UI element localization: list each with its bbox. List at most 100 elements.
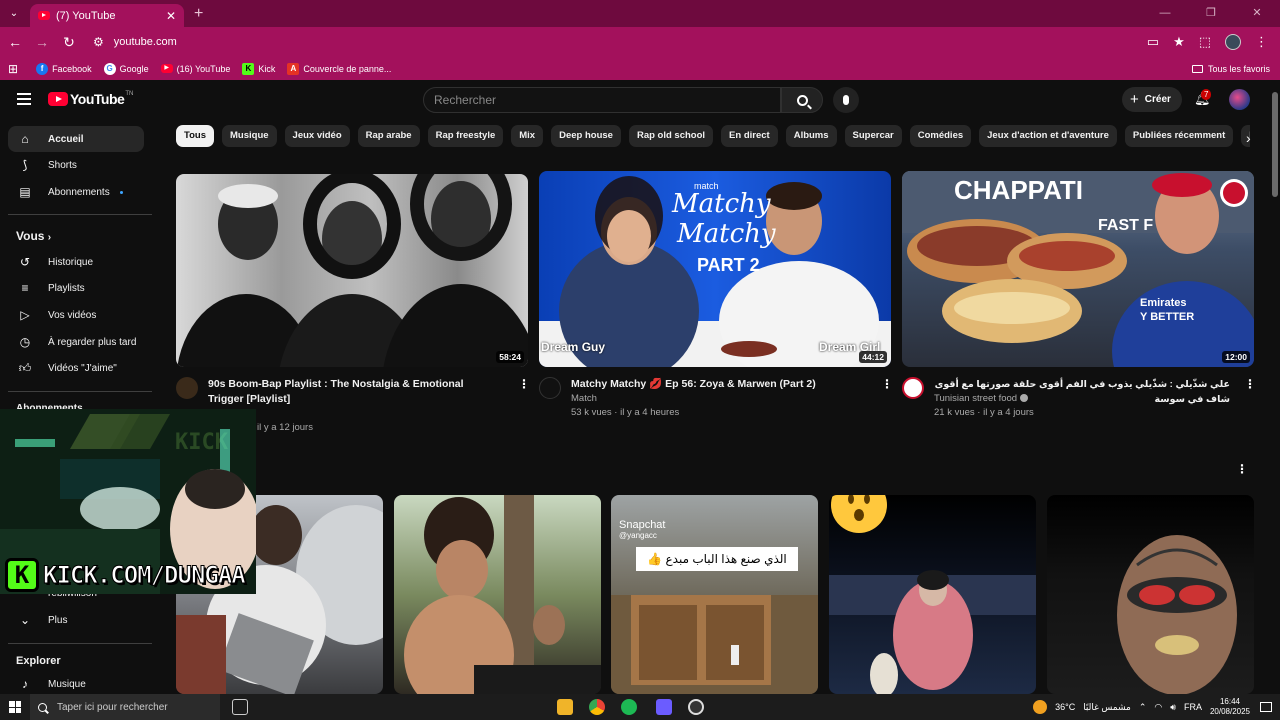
chips-next-chevron-icon[interactable]: › [1246,130,1251,146]
spotify-icon[interactable] [621,699,637,715]
sidebar-divider [8,214,152,215]
chip-mix[interactable]: Mix [511,125,544,147]
short-thumbnail-5[interactable] [1047,495,1254,694]
chip-supercar[interactable]: Supercar [844,125,902,147]
input-language[interactable]: FRA [1184,702,1202,712]
chip-action-adventure-games[interactable]: Jeux d'action et d'aventure [979,125,1117,147]
chip-all[interactable]: Tous [176,125,214,147]
address-bar[interactable]: ⚙ youtube.com [87,30,1147,54]
chip-video-games[interactable]: Jeux vidéo [284,125,350,147]
watch-later-icon: ◷ [19,335,31,349]
minimize-button[interactable]: — [1142,0,1188,27]
profile-avatar[interactable] [1225,34,1242,50]
close-tab-icon[interactable]: ✕ [166,9,176,23]
obs-icon[interactable] [688,699,704,715]
chip-deep-house[interactable]: Deep house [551,125,621,147]
sidebar-item-shorts[interactable]: ⟆ Shorts [8,152,144,178]
new-tab-button[interactable]: + [194,5,203,23]
thumbnail-art [404,495,601,694]
cast-icon[interactable]: ▭ [1147,34,1159,50]
thumbnail-sign-text: CHAPPATI [954,175,1084,205]
close-window-button[interactable]: ✕ [1234,0,1280,27]
sidebar-you-header[interactable]: Vous › [16,229,51,243]
search-button[interactable] [781,87,823,113]
sidebar-item-history[interactable]: ↺ Historique [8,249,144,275]
extensions-icon[interactable]: ⬚ [1199,34,1211,50]
sidebar-item-home[interactable]: ⌂ Accueil [8,126,144,152]
thumbnail-art [829,495,1036,694]
short-thumbnail-2[interactable] [394,495,601,694]
video-title[interactable]: Matchy Matchy 💋 Ep 56: Zoya & Marwen (Pa… [571,377,871,392]
reload-button[interactable]: ↻ [57,34,81,51]
discord-icon[interactable] [656,699,672,715]
channel-avatar[interactable] [902,377,924,399]
chip-recently-uploaded[interactable]: Publiées récemment [1124,125,1234,147]
apps-grid-icon[interactable]: ⊞ [8,62,18,76]
weather-description: مشمس غالبًا [1083,701,1131,712]
page-scrollbar-thumb[interactable] [1272,92,1278,197]
shorts-section-menu-icon[interactable]: ⋮ [1236,462,1248,476]
tray-overflow-chevron-icon[interactable]: ⌃ [1139,702,1147,713]
task-view-icon[interactable] [232,699,248,715]
file-explorer-icon[interactable] [557,699,573,715]
chip-albums[interactable]: Albums [785,125,837,147]
browser-menu-icon[interactable]: ⋮ [1255,34,1268,50]
video-thumbnail-1[interactable]: 58:24 [176,174,528,367]
video-thumbnail-3[interactable]: CHAPPATI FAST F Emirates Y BETTER 12:00 [902,171,1254,367]
browser-tab-youtube[interactable]: (7) YouTube ✕ [30,4,184,27]
chip-live[interactable]: En direct [721,125,778,147]
video-channel[interactable]: Match [571,392,597,406]
sidebar-item-your-videos[interactable]: ▷ Vos vidéos [8,302,144,328]
short-thumbnail-3[interactable]: Snapchat @yangacc الذي صنع هذا الباب مبد… [611,495,818,694]
video-channel[interactable]: Tunisian street food [934,392,1029,406]
bookmark-star-icon[interactable]: ★ [1173,34,1185,50]
channel-avatar[interactable] [176,377,198,399]
site-info-icon[interactable]: ⚙ [93,35,104,49]
back-button[interactable]: ← [3,34,27,50]
sidebar-item-playlists[interactable]: ≡ Playlists [8,275,144,301]
volume-icon[interactable]: 🔊︎ [1170,702,1176,713]
video-title[interactable]: 90s Boom-Bap Playlist : The Nostalgia & … [208,377,498,407]
bookmark-youtube[interactable]: ▶ (16) YouTube [160,64,230,74]
voice-search-button[interactable] [833,87,859,113]
chip-freestyle-rap[interactable]: Rap freestyle [427,125,504,147]
taskbar-search-input[interactable]: Taper ici pour rechercher [30,694,220,720]
thumbnail-title-line2: Matchy [677,219,776,249]
short-thumbnail-4[interactable] [829,495,1036,694]
bookmark-facebook[interactable]: f Facebook [36,62,92,75]
channel-avatar[interactable] [539,377,561,399]
tab-search-button[interactable]: ⌄ [0,0,28,27]
chrome-icon[interactable] [589,699,605,715]
youtube-logo[interactable]: YouTube TN [48,91,133,107]
chip-arabic-rap[interactable]: Rap arabe [357,125,420,147]
notification-center-icon[interactable] [1260,702,1272,712]
bookmark-kick[interactable]: K Kick [242,62,275,75]
video-menu-icon[interactable]: ⋮ [881,377,893,391]
sidebar-item-more[interactable]: ⌄ Plus [8,607,144,633]
youtube-icon: ▶ [160,64,173,73]
chip-old-school-rap[interactable]: Rap old school [628,125,714,147]
bookmark-google[interactable]: G Google [103,62,149,75]
create-button[interactable]: + Créer [1122,87,1182,112]
chip-comedies[interactable]: Comédies [909,125,972,147]
chip-music[interactable]: Musique [222,125,277,147]
video-menu-icon[interactable]: ⋮ [518,377,530,391]
maximize-button[interactable]: ❐ [1188,0,1234,27]
windows-start-icon[interactable] [0,701,30,713]
video-menu-icon[interactable]: ⋮ [1244,377,1256,391]
taskbar-clock[interactable]: 16:44 20/08/2025 [1210,697,1250,717]
video-thumbnail-2[interactable]: match Matchy Matchy PART 2 Dream Guy Dre… [539,171,891,367]
account-avatar[interactable] [1229,89,1250,110]
sidebar: ⌂ Accueil ⟆ Shorts ▤ Abonnements Vous › … [0,120,160,694]
all-bookmarks[interactable]: Tous les favoris [1191,64,1270,74]
filter-chips-bar: Tous Musique Jeux vidéo Rap arabe Rap fr… [176,125,1250,149]
weather-temperature[interactable]: 36°C [1055,702,1075,712]
sidebar-item-subscriptions[interactable]: ▤ Abonnements [8,179,144,205]
sidebar-item-liked-videos[interactable]: 👍︎ Vidéos "J'aime" [8,355,144,381]
bookmark-aliexpress[interactable]: A Couvercle de panne... [287,62,391,75]
forward-button[interactable]: → [30,34,54,50]
menu-icon[interactable] [17,93,31,108]
search-input[interactable]: Rechercher [423,87,781,113]
sidebar-item-watch-later[interactable]: ◷ À regarder plus tard [8,329,144,355]
network-icon[interactable]: ◠ [1154,702,1162,713]
